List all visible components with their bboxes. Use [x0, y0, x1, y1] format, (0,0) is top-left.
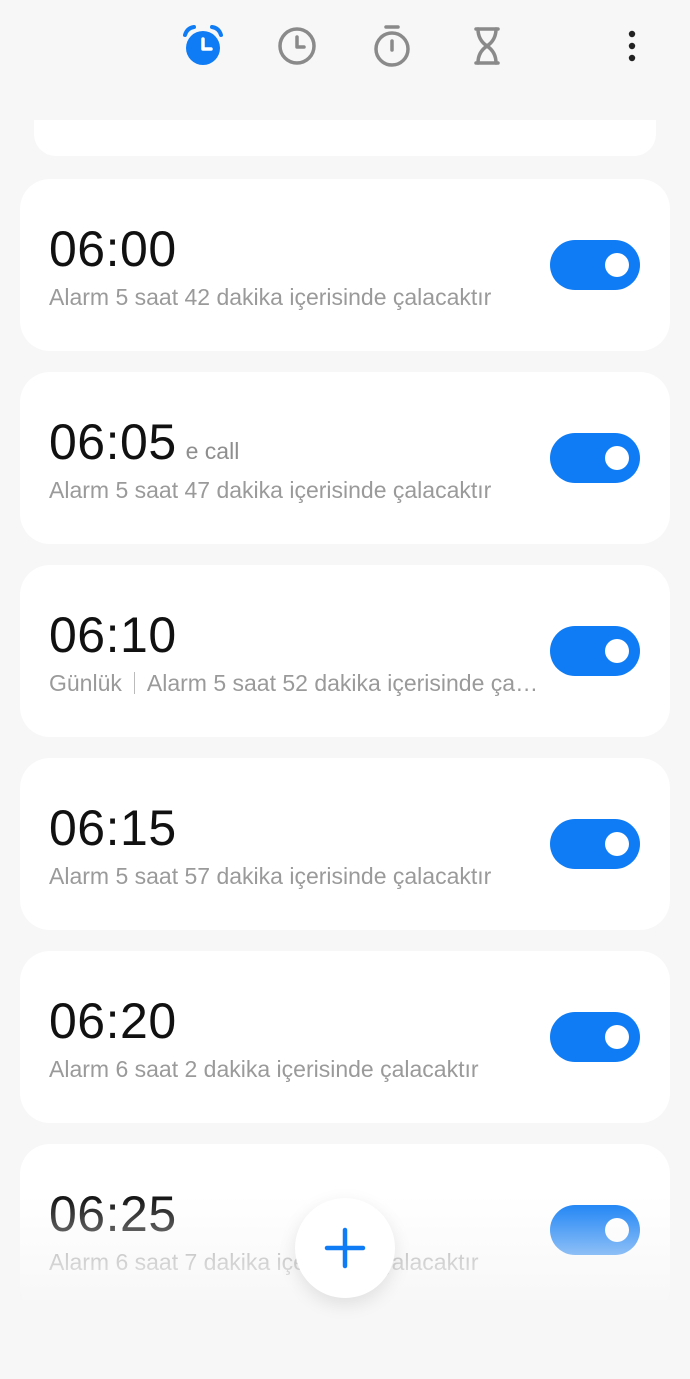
- alarm-description: Alarm 6 saat 2 dakika içerisinde çalacak…: [49, 1056, 479, 1082]
- toggle-knob: [605, 446, 629, 470]
- alarm-description: Alarm 6 saat 7 dakika içerisinde çalacak…: [49, 1249, 479, 1275]
- alarm-description: Alarm 5 saat 42 dakika içerisinde çalaca…: [49, 284, 492, 310]
- alarm-time-row: 06:20: [49, 993, 177, 1049]
- clock-icon: [278, 27, 316, 65]
- alarm-card[interactable]: 06:15 Alarm 5 saat 57 dakika içerisinde …: [20, 758, 670, 930]
- toggle-knob: [605, 639, 629, 663]
- alarm-list: 06:00 Alarm 5 saat 42 dakika içerisinde …: [20, 179, 670, 1337]
- alarm-label: e call: [185, 438, 240, 464]
- alarm-clock-icon: [183, 25, 223, 65]
- alarm-time-row: 06:10: [49, 607, 177, 663]
- alarm-repeat: Günlük: [49, 670, 122, 696]
- alarm-description: Alarm 5 saat 57 dakika içerisinde çalaca…: [49, 863, 492, 889]
- hourglass-icon: [474, 27, 500, 65]
- alarm-toggle[interactable]: [550, 433, 640, 483]
- toggle-knob: [605, 832, 629, 856]
- alarm-time: 06:00: [49, 221, 177, 277]
- alarm-time-row: 06:25: [49, 1186, 177, 1242]
- alarm-time-row: 06:05 e call: [49, 414, 239, 470]
- toggle-knob: [605, 253, 629, 277]
- alarm-toggle[interactable]: [550, 1012, 640, 1062]
- tab-world-clock[interactable]: [273, 22, 321, 70]
- alarm-time: 06:05: [49, 414, 177, 470]
- previous-alarm-card-edge: [34, 120, 656, 156]
- tab-stopwatch[interactable]: [368, 22, 416, 70]
- bottom-area: [0, 1300, 690, 1379]
- toggle-knob: [605, 1025, 629, 1049]
- alarm-toggle[interactable]: [550, 240, 640, 290]
- more-vertical-icon: [628, 30, 636, 62]
- alarm-card[interactable]: 06:20 Alarm 6 saat 2 dakika içerisinde ç…: [20, 951, 670, 1123]
- alarm-toggle[interactable]: [550, 819, 640, 869]
- toggle-knob: [605, 1218, 629, 1242]
- alarm-description-row: Günlük Alarm 5 saat 52 dakika içerisinde …: [49, 669, 541, 697]
- alarm-time: 06:25: [49, 1186, 177, 1242]
- add-alarm-button[interactable]: [295, 1198, 395, 1298]
- alarm-time: 06:15: [49, 800, 177, 856]
- tab-alarm[interactable]: [179, 22, 227, 70]
- alarm-time: 06:20: [49, 993, 177, 1049]
- alarm-description: Alarm 5 saat 52 dakika içerisinde çalaca…: [146, 670, 541, 696]
- alarm-description: Alarm 5 saat 47 dakika içerisinde çalaca…: [49, 477, 492, 503]
- top-bar: [0, 0, 690, 100]
- alarm-time-row: 06:00: [49, 221, 177, 277]
- tab-timer[interactable]: [463, 22, 511, 70]
- stopwatch-icon: [374, 25, 410, 67]
- alarm-time-row: 06:15: [49, 800, 177, 856]
- alarm-time: 06:10: [49, 607, 177, 663]
- alarm-toggle[interactable]: [550, 1205, 640, 1255]
- alarm-card[interactable]: 06:00 Alarm 5 saat 42 dakika içerisinde …: [20, 179, 670, 351]
- more-options-button[interactable]: [620, 26, 644, 66]
- alarm-card[interactable]: 06:10 Günlük Alarm 5 saat 52 dakika içeri…: [20, 565, 670, 737]
- alarm-card[interactable]: 06:05 e call Alarm 5 saat 47 dakika içer…: [20, 372, 670, 544]
- plus-icon: [324, 1227, 366, 1269]
- alarm-toggle[interactable]: [550, 626, 640, 676]
- separator: [133, 672, 135, 694]
